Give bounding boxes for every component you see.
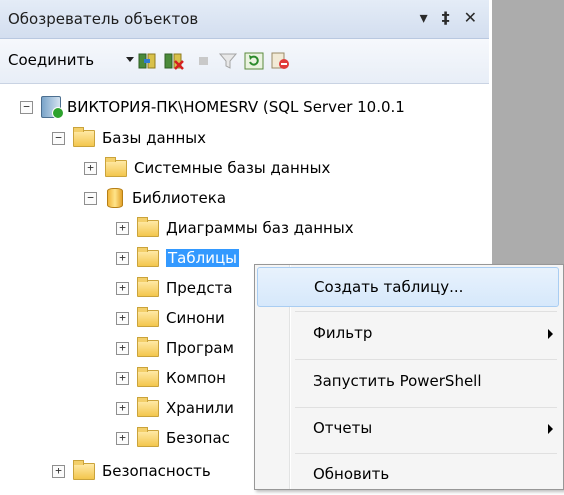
expand-toggle[interactable]: +: [116, 221, 129, 235]
collapse-toggle[interactable]: −: [84, 191, 97, 205]
submenu-arrow-icon: [548, 424, 553, 434]
folder-icon: [137, 306, 159, 327]
folder-icon: [137, 336, 159, 357]
tree-node-server[interactable]: − ВИКТОРИЯ-ПК\HOMESRV (SQL Server 10.0.1: [20, 92, 405, 122]
filter-icon[interactable]: [218, 52, 238, 70]
menu-item-refresh[interactable]: Обновить: [257, 455, 559, 495]
tree-node-programmability[interactable]: + Програм: [116, 333, 234, 363]
tree-node-views[interactable]: + Предста: [116, 273, 233, 303]
connect-object-explorer-icon[interactable]: [138, 52, 158, 70]
disconnect-icon[interactable]: [164, 52, 184, 70]
diagrams-label: Диаграммы баз данных: [166, 219, 354, 237]
connect-dropdown-icon[interactable]: [126, 57, 134, 62]
tree-node-db-security[interactable]: + Безопас: [116, 423, 230, 453]
db-security-label: Безопас: [166, 429, 230, 447]
pin-icon[interactable]: ‡: [442, 8, 450, 28]
expand-toggle[interactable]: +: [116, 431, 129, 445]
expand-toggle[interactable]: +: [116, 341, 129, 355]
synonyms-label: Синони: [166, 309, 225, 327]
server-icon: [41, 96, 64, 119]
views-label: Предста: [166, 279, 233, 297]
folder-icon: [137, 246, 159, 267]
expand-toggle[interactable]: +: [116, 311, 129, 325]
collapse-toggle[interactable]: −: [20, 100, 33, 114]
folder-icon: [137, 426, 159, 447]
refresh-icon[interactable]: [244, 52, 264, 70]
system-databases-label: Системные базы данных: [134, 159, 331, 177]
delete-icon[interactable]: [270, 52, 290, 70]
menu-item-label: Фильтр: [313, 324, 373, 342]
folder-icon: [137, 276, 159, 297]
collapse-toggle[interactable]: −: [52, 131, 65, 145]
tree-node-synonyms[interactable]: + Синони: [116, 303, 225, 333]
menu-separator: [295, 453, 557, 454]
menu-item-create-table[interactable]: Создать таблицу...: [257, 267, 559, 307]
database-icon: [107, 188, 123, 208]
folder-icon: [137, 396, 159, 417]
connect-button[interactable]: Соединить: [8, 51, 94, 69]
tables-label: Таблицы: [166, 249, 239, 267]
submenu-arrow-icon: [548, 329, 553, 339]
expand-toggle[interactable]: +: [116, 371, 129, 385]
components-label: Компон: [166, 369, 226, 387]
menu-item-reports[interactable]: Отчеты: [257, 409, 559, 449]
menu-item-label: Создать таблицу...: [314, 278, 464, 296]
expand-toggle[interactable]: +: [52, 464, 65, 478]
menu-item-start-powershell[interactable]: Запустить PowerShell: [257, 362, 559, 402]
programmability-label: Програм: [166, 339, 234, 357]
folder-icon: [137, 216, 159, 237]
tree-node-storage[interactable]: + Хранили: [116, 393, 234, 423]
folder-icon: [137, 366, 159, 387]
menu-item-filter[interactable]: Фильтр: [257, 314, 559, 354]
storage-label: Хранили: [166, 399, 234, 417]
menu-item-label: Обновить: [313, 465, 390, 483]
folder-icon: [105, 156, 127, 177]
expand-toggle[interactable]: +: [116, 281, 129, 295]
tree-node-databases[interactable]: − Базы данных: [52, 123, 206, 153]
menu-item-label: Отчеты: [313, 419, 373, 437]
library-db-label: Библиотека: [132, 189, 227, 207]
object-explorer-toolbar: Соединить: [0, 39, 489, 84]
expand-toggle[interactable]: +: [84, 161, 97, 175]
expand-toggle[interactable]: +: [116, 401, 129, 415]
panel-title: Обозреватель объектов: [8, 10, 199, 28]
folder-icon: [73, 126, 95, 147]
expand-toggle[interactable]: +: [116, 251, 129, 265]
dropdown-icon[interactable]: ▾: [420, 8, 428, 28]
stop-icon[interactable]: [194, 52, 214, 70]
menu-separator: [295, 359, 557, 360]
close-icon[interactable]: ✕: [464, 8, 477, 28]
tree-node-security[interactable]: + Безопасность: [52, 456, 211, 486]
tree-node-library-db[interactable]: − Библиотека: [84, 183, 226, 213]
tree-node-tables[interactable]: + Таблицы: [116, 243, 239, 273]
context-menu: Создать таблицу... Фильтр Запустить Powe…: [254, 264, 564, 490]
object-explorer-titlebar: Обозреватель объектов ▾ ‡ ✕: [0, 0, 489, 39]
security-label: Безопасность: [102, 462, 211, 480]
menu-item-label: Запустить PowerShell: [313, 372, 482, 390]
tree-node-system-databases[interactable]: + Системные базы данных: [84, 153, 330, 183]
server-label: ВИКТОРИЯ-ПК\HOMESRV (SQL Server 10.0.1: [67, 98, 405, 116]
databases-label: Базы данных: [102, 129, 206, 147]
tree-node-diagrams[interactable]: + Диаграммы баз данных: [116, 213, 354, 243]
folder-icon: [73, 459, 95, 480]
tree-node-components[interactable]: + Компон: [116, 363, 226, 393]
menu-separator: [295, 311, 557, 312]
menu-separator: [295, 407, 557, 408]
